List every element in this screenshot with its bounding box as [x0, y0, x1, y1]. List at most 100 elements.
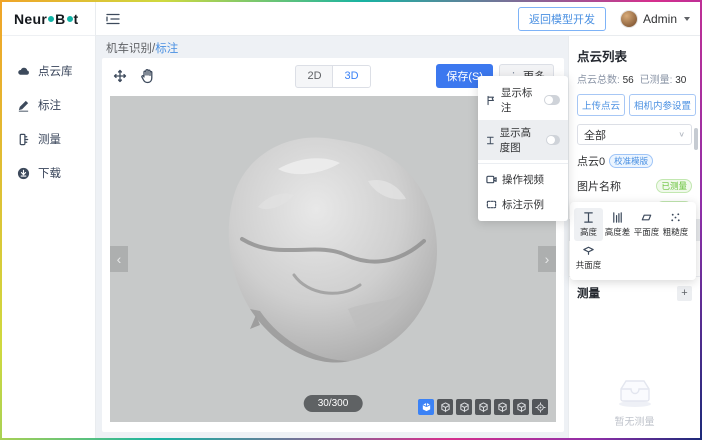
- total-value: 56: [623, 75, 634, 86]
- add-measure-button[interactable]: +: [677, 286, 692, 301]
- chevron-left-icon: ‹: [117, 251, 122, 267]
- height-tool-icon: [582, 211, 595, 224]
- panel-buttons: 上传点云 相机内参设置: [577, 94, 692, 116]
- logo-text: Neur Bt: [14, 11, 79, 27]
- flag-icon: [486, 95, 496, 106]
- view-cube-left-button[interactable]: [456, 399, 472, 415]
- tool-flatness[interactable]: 平面度: [632, 208, 661, 241]
- menu-item-label: 显示标注: [501, 85, 539, 115]
- hand-tool-icon[interactable]: [140, 68, 155, 84]
- view-cube-top-button[interactable]: [437, 399, 453, 415]
- logo[interactable]: Neur Bt: [2, 2, 95, 36]
- tool-label: 高度差: [605, 226, 631, 238]
- group-name: 点云0: [577, 153, 605, 169]
- avatar: [620, 10, 638, 28]
- tool-label: 高度: [580, 226, 597, 238]
- gear-o-icon: [67, 16, 73, 22]
- example-frame-icon: [486, 199, 497, 210]
- measure-title: 测量: [577, 285, 600, 301]
- show-annotations-toggle[interactable]: [544, 95, 560, 105]
- collapse-sidebar-icon[interactable]: [106, 13, 120, 25]
- height-diff-tool-icon: [611, 211, 624, 224]
- sidebar-item-label: 测量: [38, 131, 61, 147]
- roughness-tool-icon: [669, 211, 682, 224]
- calibration-template-tag: 校准模版: [609, 154, 653, 168]
- more-dropdown-menu: 显示标注 显示高度图 操作视频 标注示例: [478, 76, 568, 221]
- flatness-tool-icon: [640, 211, 653, 224]
- mode-3d-button[interactable]: 3D: [333, 66, 370, 87]
- sidebar-item-download[interactable]: 下载: [2, 156, 95, 190]
- empty-state: 暂无测量: [569, 375, 700, 428]
- top-header: 返回模型开发 Admin: [96, 2, 700, 36]
- sidebar-nav: 点云库 标注 测量 下载: [2, 36, 95, 190]
- tool-roughness[interactable]: 粗糙度: [661, 208, 690, 241]
- tool-label: 平面度: [634, 226, 660, 238]
- empty-state-text: 暂无测量: [615, 413, 655, 428]
- measured-label: 已测量:: [640, 75, 673, 86]
- download-icon: [17, 167, 30, 180]
- page-counter: 30/300: [304, 395, 363, 412]
- menu-divider: [478, 163, 568, 164]
- measured-value: 30: [675, 75, 686, 86]
- sidebar-item-pointcloud-library[interactable]: 点云库: [2, 54, 95, 88]
- pen-icon: [17, 99, 30, 112]
- back-to-model-dev-button[interactable]: 返回模型开发: [518, 7, 606, 31]
- tooth-mesh[interactable]: [198, 129, 468, 379]
- filter-select[interactable]: 全部 ∨: [577, 124, 692, 145]
- panel-title: 点云列表: [577, 46, 692, 65]
- sidebar: Neur Bt 点云库 标注 测量 下载: [2, 2, 96, 438]
- menu-item-label: 显示高度图: [500, 125, 541, 155]
- height-icon: [486, 135, 495, 146]
- measured-tag: 已测量: [656, 179, 692, 193]
- logo-part: Neur: [14, 11, 47, 27]
- total-label: 点云总数:: [577, 75, 620, 86]
- list-scrollbar[interactable]: [694, 128, 698, 150]
- pointcloud-group[interactable]: 点云0 校准模版: [577, 153, 692, 169]
- screenshot-frame: Neur Bt 点云库 标注 测量 下载 返回模型开发: [0, 0, 702, 440]
- prev-arrow-button[interactable]: ‹: [110, 246, 128, 272]
- mode-2d-button[interactable]: 2D: [296, 66, 333, 87]
- breadcrumb: 机车识别/标注: [96, 36, 568, 60]
- menu-item-show-annotations[interactable]: 显示标注: [478, 80, 568, 120]
- logo-part: B: [55, 11, 65, 27]
- tool-height-diff[interactable]: 高度差: [603, 208, 632, 241]
- view-cube-bottom-button[interactable]: [513, 399, 529, 415]
- tool-coplanarity[interactable]: 共面度: [574, 241, 603, 274]
- user-name: Admin: [643, 12, 677, 26]
- measure-tool-popover: 高度 高度差 平面度 粗糙度 共面度: [570, 202, 696, 280]
- tool-label: 共面度: [576, 259, 602, 271]
- next-arrow-button[interactable]: ›: [538, 246, 556, 272]
- upload-pointcloud-button[interactable]: 上传点云: [577, 94, 625, 116]
- empty-tray-icon: [613, 375, 657, 409]
- menu-item-label: 操作视频: [502, 172, 544, 187]
- menu-item-show-heightmap[interactable]: 显示高度图: [478, 120, 568, 160]
- chevron-down-icon: ∨: [678, 130, 685, 139]
- view-cube-front-button[interactable]: [418, 399, 434, 415]
- tool-height[interactable]: 高度: [574, 208, 603, 241]
- sidebar-item-annotation[interactable]: 标注: [2, 88, 95, 122]
- logo-part: t: [74, 11, 79, 27]
- chevron-right-icon: ›: [545, 251, 550, 267]
- view-mode-switch: 2D 3D: [295, 65, 371, 88]
- sidebar-item-measure[interactable]: 测量: [2, 122, 95, 156]
- camera-intrinsics-button[interactable]: 相机内参设置: [629, 94, 696, 116]
- show-heightmap-toggle[interactable]: [546, 135, 560, 145]
- menu-item-label: 标注示例: [502, 197, 544, 212]
- menu-item-tutorial-video[interactable]: 操作视频: [478, 167, 568, 192]
- canvas-tools: [112, 68, 155, 84]
- breadcrumb-current[interactable]: 标注: [155, 43, 178, 55]
- image-list-item[interactable]: 图片名称 已测量: [569, 175, 700, 197]
- tool-label: 粗糙度: [663, 226, 689, 238]
- menu-item-annotation-example[interactable]: 标注示例: [478, 192, 568, 217]
- cloud-icon: [17, 65, 30, 78]
- coplanarity-tool-icon: [582, 244, 595, 257]
- gear-o-icon: [48, 16, 54, 22]
- sidebar-item-label: 点云库: [38, 63, 73, 79]
- recenter-view-button[interactable]: [532, 399, 548, 415]
- view-cube-right-button[interactable]: [475, 399, 491, 415]
- view-cube-back-button[interactable]: [494, 399, 510, 415]
- user-menu[interactable]: Admin: [620, 10, 690, 28]
- breadcrumb-parent: 机车识别: [106, 43, 152, 55]
- move-tool-icon[interactable]: [112, 68, 128, 84]
- video-icon: [486, 174, 497, 185]
